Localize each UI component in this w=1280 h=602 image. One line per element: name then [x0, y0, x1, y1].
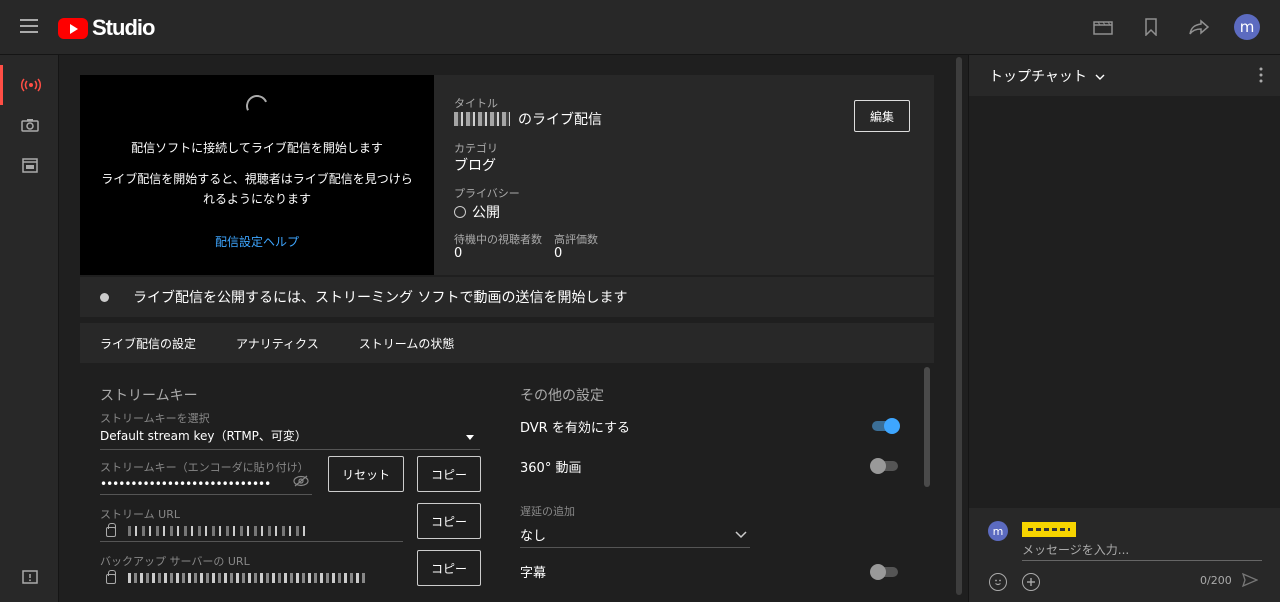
calendar-icon[interactable]	[0, 145, 59, 185]
stream-key-select[interactable]: Default stream key（RTMP、可変）	[100, 427, 307, 444]
stream-title: のライブ配信	[454, 109, 602, 129]
feedback-icon[interactable]	[0, 566, 59, 590]
latency-select[interactable]: なし	[520, 525, 546, 544]
clapperboard-icon[interactable]	[1090, 14, 1116, 40]
bookmark-icon[interactable]	[1138, 14, 1164, 40]
stream-key-heading: ストリームキー	[100, 388, 198, 404]
category-label: カテゴリ	[454, 142, 498, 155]
url-underline	[100, 541, 403, 542]
tab-stream-settings[interactable]: ライブ配信の設定	[100, 335, 196, 352]
stream-settings-panel: ストリームキー ストリームキーを選択 Default stream key（RT…	[80, 363, 934, 602]
account-avatar[interactable]: m	[1234, 14, 1260, 40]
captions-label: 字幕	[520, 566, 547, 581]
reset-button[interactable]: リセット	[328, 456, 404, 492]
tab-stream-health[interactable]: ストリームの状態	[359, 335, 455, 352]
menu-icon[interactable]	[20, 19, 38, 33]
add-icon[interactable]	[1022, 573, 1040, 591]
main-scrollbar[interactable]	[956, 57, 962, 595]
globe-icon	[454, 206, 466, 218]
preview-info-text: ライブ配信を開始すると、視聴者はライブ配信を見つけられるようになります	[101, 172, 413, 207]
tab-analytics[interactable]: アナリティクス	[236, 335, 319, 352]
copy-url-button[interactable]: コピー	[417, 503, 481, 539]
other-settings-heading: その他の設定	[520, 388, 604, 404]
dropdown-arrow-icon[interactable]	[466, 435, 474, 440]
char-counter: 0/200	[1200, 574, 1232, 587]
latency-label: 遅延の追加	[520, 505, 575, 518]
youtube-logo-icon	[58, 17, 88, 39]
privacy-label: プライバシー	[454, 187, 520, 200]
category-value: ブログ	[454, 158, 496, 174]
stream-status-bar: ライブ配信を公開するには、ストリーミング ソフトで動画の送信を開始します	[80, 277, 934, 317]
emoji-icon[interactable]	[989, 573, 1007, 591]
captions-toggle[interactable]	[870, 564, 900, 580]
studio-logo[interactable]: Studio	[58, 15, 155, 40]
likes-value: 0	[554, 246, 563, 261]
chevron-down-icon[interactable]	[735, 524, 747, 543]
waiting-viewers-value: 0	[454, 246, 463, 261]
privacy-value-row: 公開	[454, 202, 500, 222]
stream-preview: 配信ソフトに接続してライブ配信を開始します ライブ配信を開始すると、視聴者はライ…	[80, 75, 434, 275]
more-options-icon[interactable]	[1259, 67, 1263, 83]
stream-key-value[interactable]: ••••••••••••••••••••••••••••	[100, 477, 271, 491]
copy-backup-url-button[interactable]: コピー	[417, 550, 481, 586]
channel-name-redacted	[454, 112, 510, 126]
dvr-toggle[interactable]	[870, 418, 900, 434]
eye-off-icon[interactable]	[293, 475, 309, 490]
preview-connect-text: 配信ソフトに接続してライブ配信を開始します	[131, 141, 383, 155]
backup-url-label: バックアップ サーバーの URL	[100, 555, 250, 568]
live-chat-panel: トップチャット m メッセージを入力... 0/200	[968, 55, 1280, 602]
share-icon[interactable]	[1186, 14, 1212, 40]
stream-settings-help-link[interactable]: 配信設定ヘルプ	[80, 233, 434, 250]
logo-text: Studio	[92, 15, 155, 40]
chat-title: トップチャット	[989, 69, 1087, 85]
lock-icon	[106, 523, 116, 537]
chat-input-area: m メッセージを入力... 0/200	[969, 508, 1280, 602]
main-content: 配信ソフトに接続してライブ配信を開始します ライブ配信を開始すると、視聴者はライ…	[60, 55, 962, 602]
chat-avatar: m	[988, 521, 1008, 541]
edit-button[interactable]: 編集	[854, 100, 910, 132]
copy-key-button[interactable]: コピー	[417, 456, 481, 492]
360-video-toggle[interactable]	[870, 458, 900, 474]
send-icon[interactable]	[1241, 572, 1259, 591]
stream-key-label: ストリームキー（エンコーダに貼り付け）	[100, 461, 309, 474]
settings-scrollbar[interactable]	[924, 367, 930, 487]
backup-url-redacted	[128, 573, 368, 583]
top-bar: Studio m	[0, 0, 1280, 55]
lock-icon	[106, 570, 116, 584]
status-dot	[100, 292, 109, 302]
chat-username-redacted	[1022, 522, 1076, 537]
key-underline	[100, 494, 312, 495]
chat-mode-select[interactable]: トップチャット	[989, 66, 1105, 86]
select-underline	[100, 449, 480, 450]
privacy-value: 公開	[472, 205, 500, 221]
stream-url-redacted	[128, 526, 308, 536]
side-nav	[0, 55, 59, 602]
stream-key-select-label: ストリームキーを選択	[100, 412, 210, 425]
dvr-label: DVR を有効にする	[520, 421, 630, 436]
stream-url-label: ストリーム URL	[100, 508, 180, 521]
chevron-down-icon	[1095, 74, 1105, 80]
status-text: ライブ配信を公開するには、ストリーミング ソフトで動画の送信を開始します	[133, 290, 628, 306]
likes-label: 高評価数	[554, 233, 598, 246]
live-broadcast-icon[interactable]	[0, 65, 59, 105]
latency-underline	[520, 547, 750, 548]
chat-message-input[interactable]: メッセージを入力...	[1022, 541, 1129, 558]
stream-title-suffix: のライブ配信	[518, 112, 602, 128]
settings-tabs: ライブ配信の設定 アナリティクス ストリームの状態	[80, 323, 934, 363]
chat-header: トップチャット	[969, 55, 1280, 96]
chat-input-underline	[1022, 560, 1262, 561]
waiting-viewers-label: 待機中の視聴者数	[454, 233, 542, 246]
stream-info-panel: タイトル のライブ配信 編集 カテゴリ ブログ プライバシー 公開 待機中の視聴…	[434, 75, 934, 275]
camera-icon[interactable]	[0, 105, 59, 145]
loading-spinner	[242, 91, 272, 121]
360-video-label: 360° 動画	[520, 461, 582, 476]
